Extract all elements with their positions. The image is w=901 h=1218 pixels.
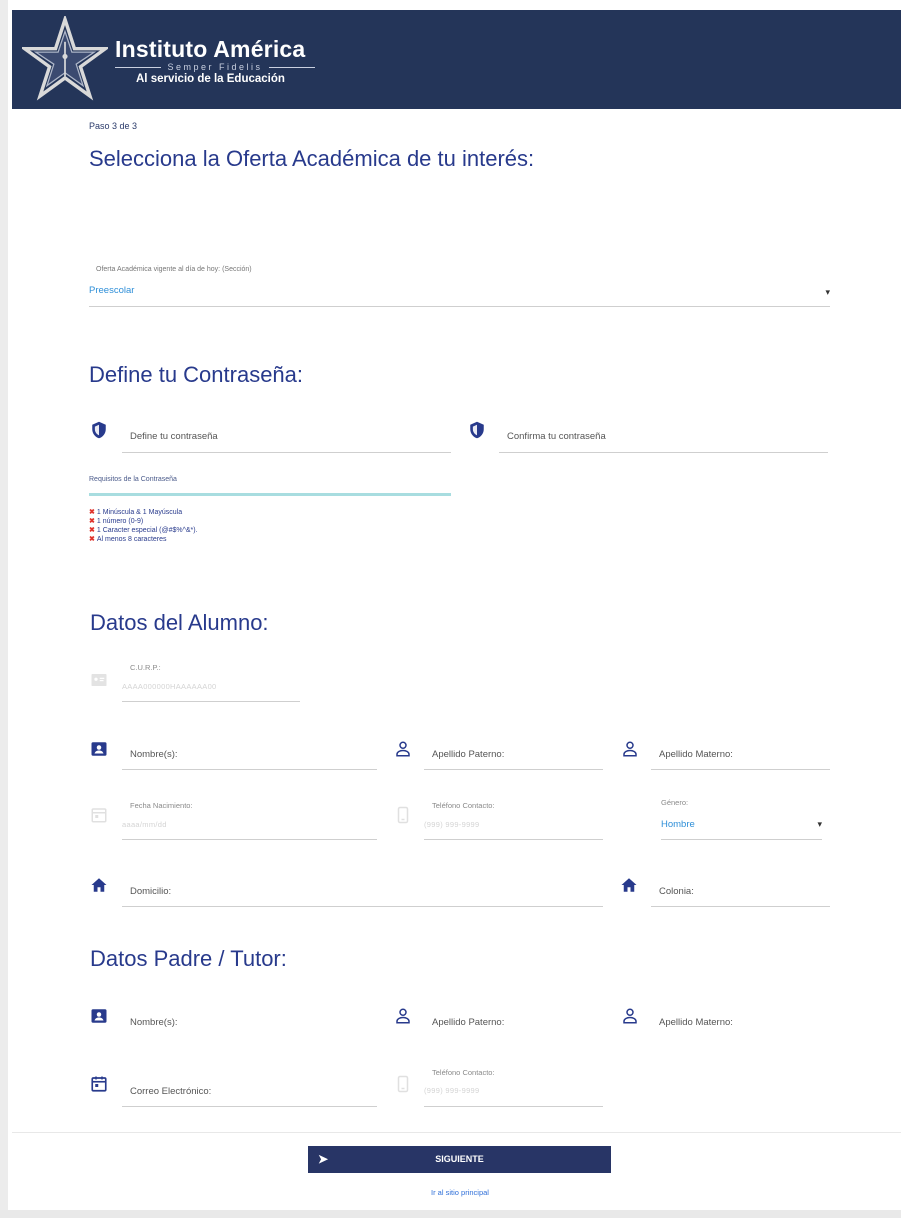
home-icon (91, 878, 107, 892)
brand-block: Instituto América Semper Fidelis Al serv… (115, 36, 315, 87)
tutor-correo-field[interactable]: Correo Electrónico: (122, 1078, 377, 1108)
password-underline (122, 452, 451, 453)
tutor-correo-label: Correo Electrónico: (130, 1086, 212, 1097)
tutor-telefono-placeholder: (999) 999-9999 (424, 1086, 480, 1095)
shield-icon (470, 421, 484, 439)
curp-field[interactable]: C.U.R.P.: AAAA000000HAAAAAA00 (122, 660, 300, 703)
phone-icon (397, 1075, 409, 1093)
list-item: ✖ 1 Minúscula & 1 Mayúscula (89, 509, 183, 516)
fecha-nacimiento-field[interactable]: Fecha Nacimiento: aaaa/mm/dd (122, 798, 377, 841)
home-icon (621, 878, 637, 892)
colonia-field[interactable]: Colonia: (651, 879, 830, 908)
home-link[interactable]: Ir al sitio principal (390, 1188, 530, 1197)
step-indicator: Paso 3 de 3 (89, 121, 138, 131)
confirm-password-field[interactable]: Confirma tu contraseña (499, 425, 828, 454)
tutor-telefono-label: Teléfono Contacto: (432, 1068, 495, 1077)
tutor-title: Datos Padre / Tutor: (90, 946, 287, 971)
tutor-telefono-underline (424, 1106, 603, 1107)
alumno-apellido-paterno-field[interactable]: Apellido Paterno: (424, 742, 603, 771)
brand-title: Instituto América (115, 36, 306, 62)
oferta-label: Oferta Académica vigente al día de hoy: … (96, 266, 252, 273)
curp-underline (122, 701, 300, 702)
calendar-icon (91, 808, 107, 823)
genero-label: Género: (661, 798, 689, 807)
x-icon: ✖ (89, 518, 95, 525)
domicilio-label: Domicilio: (130, 886, 172, 897)
chevron-down-icon: ▾ (825, 287, 830, 297)
requirements-list: ✖ 1 Minúscula & 1 Mayúscula ✖ 1 número (0-… (89, 508, 198, 544)
footer-divider (12, 1132, 901, 1133)
list-item: ✖ 1 Caracter especial (@#$%^&*). (89, 527, 198, 534)
badge-icon (91, 1009, 107, 1023)
genero-value: Hombre (661, 819, 695, 830)
alumno-telefono-field[interactable]: Teléfono Contacto: (999) 999-9999 (424, 798, 603, 841)
confirm-password-placeholder: Confirma tu contraseña (507, 431, 606, 442)
fecha-nacimiento-label: Fecha Nacimiento: (130, 801, 193, 810)
bottom-bar (0, 1210, 901, 1218)
alumno-apellido-paterno-underline (424, 769, 603, 770)
password-title: Define tu Contraseña: (89, 362, 304, 387)
alumno-nombre-label: Nombre(s): (130, 749, 178, 760)
person-icon (396, 1008, 410, 1024)
tutor-apellido-materno-field[interactable]: Apellido Materno: (651, 1010, 830, 1039)
alumno-telefono-placeholder: (999) 999-9999 (424, 820, 480, 829)
tutor-apellido-paterno-label: Apellido Paterno: (432, 1017, 505, 1028)
confirm-password-underline (499, 452, 828, 453)
list-item: ✖ 1 número (0-9) (89, 518, 144, 525)
colonia-underline (651, 906, 830, 907)
genero-underline (661, 839, 822, 840)
alumno-telefono-underline (424, 839, 603, 840)
alumno-nombre-underline (122, 769, 377, 770)
fecha-nacimiento-underline (122, 839, 377, 840)
next-button-label: SIGUIENTE (435, 1154, 484, 1164)
list-item: ✖ Al menos 8 caracteres (89, 536, 167, 543)
oferta-select-value: Preescolar (89, 285, 135, 296)
phone-icon (397, 806, 409, 824)
person-icon (623, 741, 637, 757)
tutor-telefono-field[interactable]: Teléfono Contacto: (999) 999-9999 (424, 1065, 603, 1108)
alumno-apellido-paterno-label: Apellido Paterno: (432, 749, 505, 760)
tutor-apellido-materno-label: Apellido Materno: (659, 1017, 733, 1028)
fecha-nacimiento-placeholder: aaaa/mm/dd (122, 820, 167, 829)
next-button[interactable]: ➤ SIGUIENTE (308, 1146, 611, 1173)
alumno-apellido-materno-label: Apellido Materno: (659, 749, 733, 760)
alumno-apellido-materno-underline (651, 769, 830, 770)
shield-icon (92, 421, 106, 439)
x-icon: ✖ (89, 536, 95, 543)
x-icon: ✖ (89, 527, 95, 534)
curp-label: C.U.R.P.: (130, 663, 161, 672)
id-card-icon (91, 674, 107, 686)
tutor-nombre-label: Nombre(s): (130, 1017, 178, 1028)
password-placeholder: Define tu contraseña (130, 431, 218, 442)
site-header: Instituto América Semper Fidelis Al serv… (12, 10, 901, 109)
tutor-apellido-paterno-field[interactable]: Apellido Paterno: (424, 1010, 603, 1039)
password-strength-bar (89, 493, 451, 496)
chevron-down-icon: ▾ (817, 819, 822, 829)
domicilio-field[interactable]: Domicilio: (122, 879, 603, 908)
alumno-apellido-materno-field[interactable]: Apellido Materno: (651, 742, 830, 771)
password-field[interactable]: Define tu contraseña (122, 425, 451, 454)
genero-select[interactable]: Género: Hombre ▾ (661, 798, 822, 841)
alumno-telefono-label: Teléfono Contacto: (432, 801, 495, 810)
brand-motto: Semper Fidelis (115, 62, 315, 72)
calendar-icon (91, 1076, 107, 1092)
person-icon (396, 741, 410, 757)
oferta-select[interactable]: Preescolar ▾ (89, 282, 830, 308)
domicilio-underline (122, 906, 603, 907)
x-icon: ✖ (89, 509, 95, 516)
oferta-title: Selecciona la Oferta Académica de tu int… (89, 146, 535, 171)
alumno-nombre-field[interactable]: Nombre(s): (122, 742, 377, 771)
requirements-title: Requisitos de la Contraseña (89, 476, 177, 483)
badge-icon (91, 742, 107, 756)
alumno-title: Datos del Alumno: (90, 610, 269, 635)
colonia-label: Colonia: (659, 886, 694, 897)
tutor-nombre-field[interactable]: Nombre(s): (122, 1010, 377, 1039)
curp-placeholder: AAAA000000HAAAAAA00 (122, 682, 217, 691)
person-icon (623, 1008, 637, 1024)
brand-subtitle: Al servicio de la Educación (136, 73, 285, 85)
oferta-underline (89, 306, 830, 307)
star-logo-icon (22, 16, 108, 101)
tutor-correo-underline (122, 1106, 377, 1107)
